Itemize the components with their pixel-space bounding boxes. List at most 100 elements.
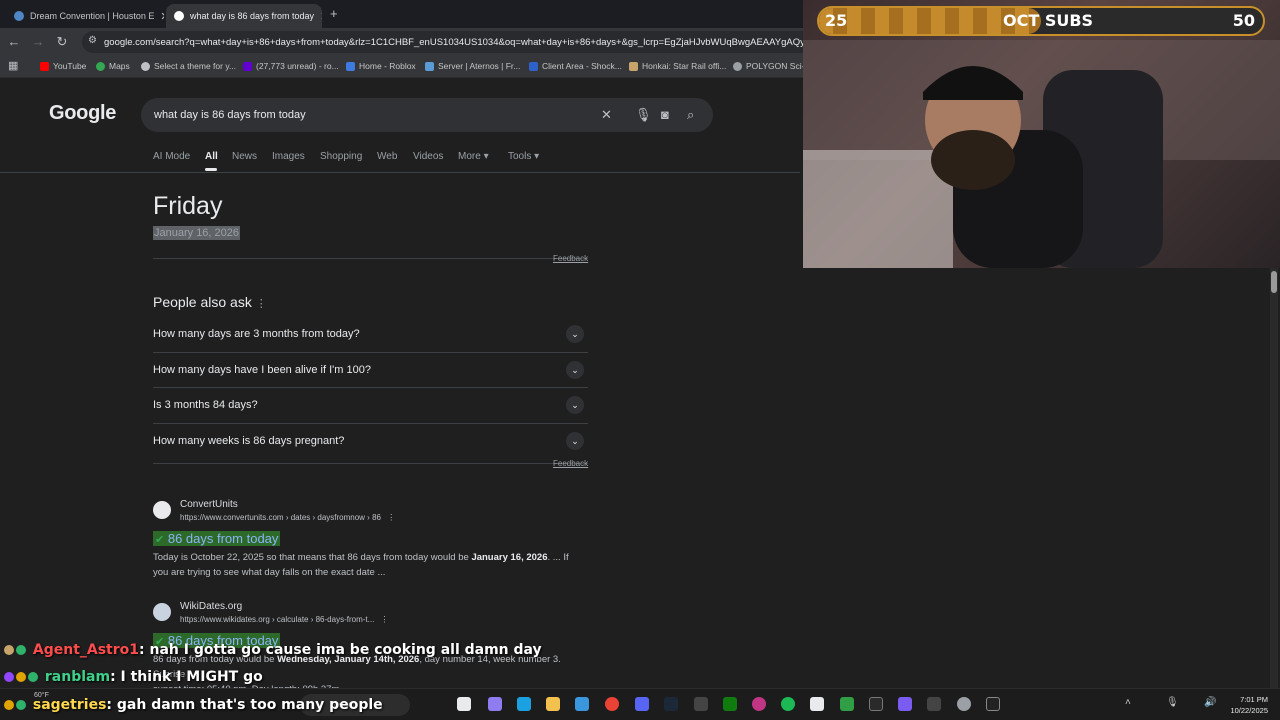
obs-icon[interactable] <box>957 697 971 711</box>
paa-question[interactable]: How many days are 3 months from today? ⌄ <box>153 317 588 352</box>
sub-goal-current: 25 <box>825 11 848 30</box>
result-title[interactable]: ✔ 86 days from today <box>153 531 281 546</box>
bookmark-theme[interactable]: Select a theme for y... <box>141 61 236 71</box>
search-icon[interactable]: ⌕ <box>687 107 694 123</box>
site-info-icon[interactable]: ⚙ <box>88 35 97 46</box>
theme-icon <box>141 61 150 71</box>
browser-tab-google-search[interactable]: what day is 86 days from today ✕ <box>166 4 322 28</box>
chat-badge-icon <box>4 672 14 682</box>
capcut-icon[interactable] <box>810 697 824 711</box>
active-tab-indicator <box>205 168 217 171</box>
tab-more[interactable]: More ▾ <box>458 151 489 162</box>
edge-icon[interactable] <box>517 697 531 711</box>
back-arrow-icon[interactable]: ← <box>6 34 22 49</box>
answer-date: January 16, 2026 <box>153 226 241 240</box>
tab-images[interactable]: Images <box>272 151 305 162</box>
apps-grid-icon[interactable]: ▦ <box>8 59 18 72</box>
app-icon[interactable] <box>694 697 708 711</box>
result-url[interactable]: https://www.wikidates.org › calculate › … <box>180 615 389 624</box>
divider <box>153 258 588 259</box>
reload-icon[interactable]: ↻ <box>54 34 70 50</box>
paa-question[interactable]: How many days have I been alive if I'm 1… <box>153 352 588 387</box>
bookmark-youtube[interactable]: YouTube <box>40 61 86 71</box>
tab-news[interactable]: News <box>232 151 257 162</box>
chat-username: ranblam <box>44 669 111 685</box>
polygon-icon <box>733 61 742 71</box>
tab-tools[interactable]: Tools ▾ <box>508 151 539 162</box>
address-url: google.com/search?q=what+day+is+86+days+… <box>104 36 822 48</box>
app-icon[interactable] <box>927 697 941 711</box>
copilot-icon[interactable] <box>488 697 502 711</box>
bookmark-honkai[interactable]: Honkai: Star Rail offi... <box>629 61 726 71</box>
forward-arrow-icon[interactable]: → <box>30 34 46 49</box>
webcam-overlay: 25 OCT SUBS 50 <box>803 0 1280 268</box>
discord-icon[interactable] <box>635 697 649 711</box>
youtube-icon <box>40 61 49 71</box>
epic-games-icon[interactable] <box>869 697 883 711</box>
steam-icon[interactable] <box>664 697 678 711</box>
feedback-link[interactable]: Feedback <box>553 254 588 263</box>
bookmark-polygon[interactable]: POLYGON Sci-Fi <box>733 61 812 71</box>
wikidates-favicon-icon <box>153 603 171 621</box>
paa-question[interactable]: How many weeks is 86 days pregnant? ⌄ <box>153 423 588 458</box>
paa-question[interactable]: Is 3 months 84 days? ⌄ <box>153 387 588 422</box>
sub-goal-bar: 25 OCT SUBS 50 <box>817 6 1265 36</box>
google-logo[interactable]: Google <box>49 102 116 125</box>
yahoo-icon <box>243 61 252 71</box>
tab-all[interactable]: All <box>205 151 218 162</box>
feedback-link[interactable]: Feedback <box>553 459 588 468</box>
chevron-up-icon[interactable]: ˄ <box>1125 697 1131 708</box>
chat-message: Agent_Astro1: nah I gotta go cause ima b… <box>4 642 542 658</box>
camera-lens-icon[interactable]: ◙ <box>661 107 669 122</box>
bookmark-shockbyte[interactable]: Client Area - Shock... <box>529 61 622 71</box>
xbox-icon[interactable] <box>723 697 737 711</box>
close-tab-icon[interactable]: ✕ <box>320 10 322 23</box>
chevron-down-icon: ⌄ <box>566 361 584 379</box>
snippet-text: Today is October 22, 2025 so that means … <box>153 552 472 563</box>
more-options-icon[interactable]: ⋮ <box>256 298 267 310</box>
microphone-icon[interactable]: 🎙 <box>635 107 652 123</box>
clear-icon[interactable]: ✕ <box>601 107 612 123</box>
chat-badge-icon <box>4 645 14 655</box>
bookmark-aternos[interactable]: Server | Aternos | Fr... <box>425 61 520 71</box>
scrollbar-thumb[interactable] <box>1271 271 1277 293</box>
browser-tab-dream-convention[interactable]: Dream Convention | Houston E ✕ <box>6 4 164 28</box>
chat-message: ranblam: I think I MIGHT go <box>4 669 263 685</box>
task-view-icon[interactable] <box>457 697 471 711</box>
app-icon[interactable] <box>840 697 854 711</box>
file-explorer-icon[interactable] <box>546 697 560 711</box>
chrome-icon[interactable] <box>605 697 619 711</box>
tab-videos[interactable]: Videos <box>413 151 443 162</box>
chat-username: sagetries <box>32 697 107 713</box>
more-options-icon[interactable]: ⋮ <box>387 513 395 522</box>
bookmark-yahoo-mail[interactable]: (27,773 unread) - ro... <box>243 61 339 71</box>
address-bar[interactable]: ⚙ google.com/search?q=what+day+is+86+day… <box>82 31 822 53</box>
store-icon[interactable] <box>575 697 589 711</box>
result-site-name[interactable]: ConvertUnits <box>180 499 238 510</box>
opera-icon[interactable] <box>752 697 766 711</box>
search-input[interactable]: what day is 86 days from today ✕ 🎙 ◙ ⌕ <box>141 98 713 132</box>
tab-web[interactable]: Web <box>377 151 397 162</box>
volume-icon[interactable]: 🔊 <box>1204 697 1216 708</box>
app-icon[interactable] <box>898 697 912 711</box>
bookmark-roblox[interactable]: Home - Roblox <box>346 61 416 71</box>
more-options-icon[interactable]: ⋮ <box>381 615 389 624</box>
result-snippet: Today is October 22, 2025 so that means … <box>153 550 583 580</box>
taskbar-clock[interactable]: 7:01 PM 10/22/2025 <box>1230 694 1268 716</box>
spotify-icon[interactable] <box>781 697 795 711</box>
tab-title: Dream Convention | Houston E <box>30 11 155 21</box>
bookmark-maps[interactable]: Maps <box>96 61 130 71</box>
convertunits-favicon-icon <box>153 501 171 519</box>
divider <box>153 463 588 464</box>
new-tab-button[interactable]: + <box>330 6 338 21</box>
tab-shopping[interactable]: Shopping <box>320 151 362 162</box>
terminal-icon[interactable] <box>986 697 1000 711</box>
result-url[interactable]: https://www.convertunits.com › dates › d… <box>180 513 395 522</box>
header-divider <box>0 172 800 173</box>
microphone-icon[interactable]: 🎙 <box>1166 697 1179 708</box>
close-tab-icon[interactable]: ✕ <box>160 10 164 23</box>
result-site-name[interactable]: WikiDates.org <box>180 601 242 612</box>
tab-ai-mode[interactable]: AI Mode <box>153 151 190 162</box>
page-scrollbar[interactable] <box>1270 268 1278 688</box>
result-url-text: https://www.wikidates.org › calculate › … <box>180 615 375 624</box>
